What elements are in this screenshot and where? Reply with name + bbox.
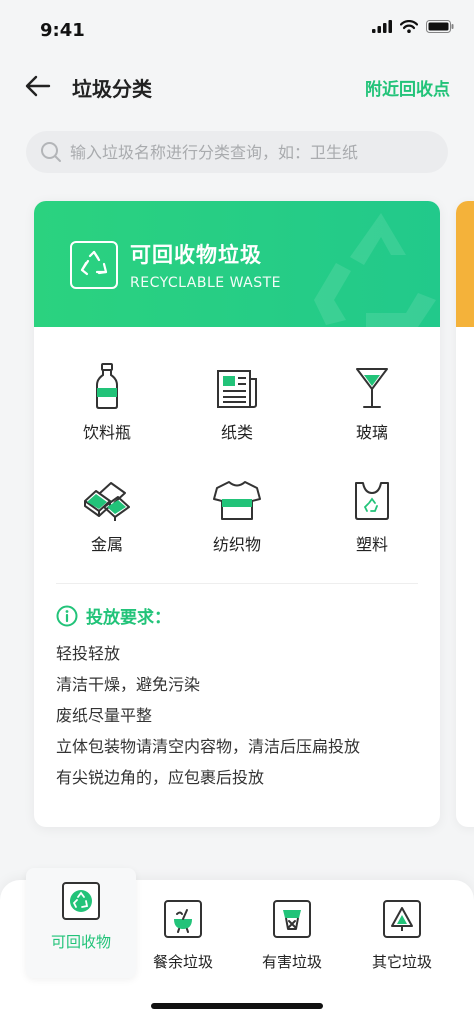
wifi-icon: [400, 20, 418, 33]
bottle-icon: [96, 363, 118, 409]
card-header: 可回收物垃圾 RECYCLABLE WASTE: [34, 201, 440, 327]
requirements-title: 投放要求：: [86, 608, 171, 628]
status-icons: [372, 20, 454, 33]
other-waste-icon: [383, 900, 421, 938]
search-icon: [41, 142, 61, 162]
info-icon: [56, 605, 78, 626]
page-title: 垃圾分类: [72, 77, 152, 101]
disposal-requirements: 投放要求： 轻投轻放 清洁干燥，避免污染 废纸尽量平整 立体包装物请清空内容物，…: [56, 603, 426, 793]
tab-label: 其它垃圾: [371, 953, 432, 971]
nearby-recycling-link[interactable]: 附近回收点: [365, 75, 450, 100]
requirement-line: 轻投轻放: [56, 644, 121, 663]
signal-icon: [372, 20, 392, 33]
recycle-icon: [70, 241, 118, 289]
tab-other-waste[interactable]: 其它垃圾: [347, 880, 457, 990]
hazardous-icon: [273, 900, 311, 938]
recycle-watermark-icon: [314, 213, 436, 327]
item-glass[interactable]: 玻璃: [317, 361, 427, 443]
tab-label: 可回收物: [50, 933, 111, 951]
tab-label: 有害垃圾: [261, 953, 322, 971]
metal-bars-icon: [84, 482, 130, 521]
item-label: 金属: [90, 535, 123, 554]
home-indicator[interactable]: [151, 1003, 323, 1009]
food-waste-icon: [164, 900, 202, 938]
item-textile[interactable]: 纺织物: [182, 473, 292, 555]
requirement-line: 立体包装物请清空内容物，清洁后压扁投放: [56, 737, 361, 756]
item-paper[interactable]: 纸类: [182, 361, 292, 443]
card-subtitle: RECYCLABLE WASTE: [130, 275, 282, 291]
recycle-icon: [62, 882, 100, 920]
requirement-line: 清洁干燥，避免污染: [56, 675, 201, 694]
divider: [56, 583, 418, 584]
requirement-line: 有尖锐边角的，应包裹后投放: [56, 768, 265, 787]
item-label: 玻璃: [355, 423, 388, 442]
back-arrow-icon: [25, 75, 51, 97]
requirement-line: 废纸尽量平整: [56, 706, 153, 725]
status-time: 9:41: [40, 20, 85, 41]
item-label: 塑料: [355, 535, 388, 554]
status-bar: 9:41: [0, 0, 474, 58]
newspaper-icon: [217, 370, 257, 408]
next-card-header: [456, 201, 474, 327]
item-label: 饮料瓶: [82, 423, 131, 442]
tab-label: 餐余垃圾: [152, 953, 213, 971]
requirements-list: 轻投轻放 清洁干燥，避免污染 废纸尽量平整 立体包装物请清空内容物，清洁后压扁投…: [56, 638, 426, 793]
plastic-bag-icon: [355, 482, 389, 520]
next-category-card[interactable]: [456, 201, 474, 827]
nav-bar: 垃圾分类 附近回收点: [0, 60, 474, 112]
tshirt-icon: [213, 481, 261, 520]
search-input[interactable]: [70, 142, 430, 162]
tab-food-waste[interactable]: 餐余垃圾: [128, 880, 238, 990]
glass-icon: [356, 368, 388, 408]
battery-icon: [426, 20, 454, 33]
search-bar[interactable]: [26, 131, 448, 173]
card-title: 可回收物垃圾: [130, 243, 262, 267]
item-label: 纸类: [220, 423, 253, 442]
tab-hazardous[interactable]: 有害垃圾: [237, 880, 347, 990]
item-metal[interactable]: 金属: [52, 473, 162, 555]
requirements-heading: 投放要求：: [56, 603, 426, 628]
item-plastic[interactable]: 塑料: [317, 473, 427, 555]
back-button[interactable]: [22, 70, 54, 102]
recyclable-card: 可回收物垃圾 RECYCLABLE WASTE 饮料瓶 纸类 玻璃 金属 纺织物…: [34, 201, 440, 827]
tab-recyclable[interactable]: 可回收物: [26, 868, 136, 978]
item-label: 纺织物: [212, 535, 261, 554]
item-beverage-bottle[interactable]: 饮料瓶: [52, 361, 162, 443]
